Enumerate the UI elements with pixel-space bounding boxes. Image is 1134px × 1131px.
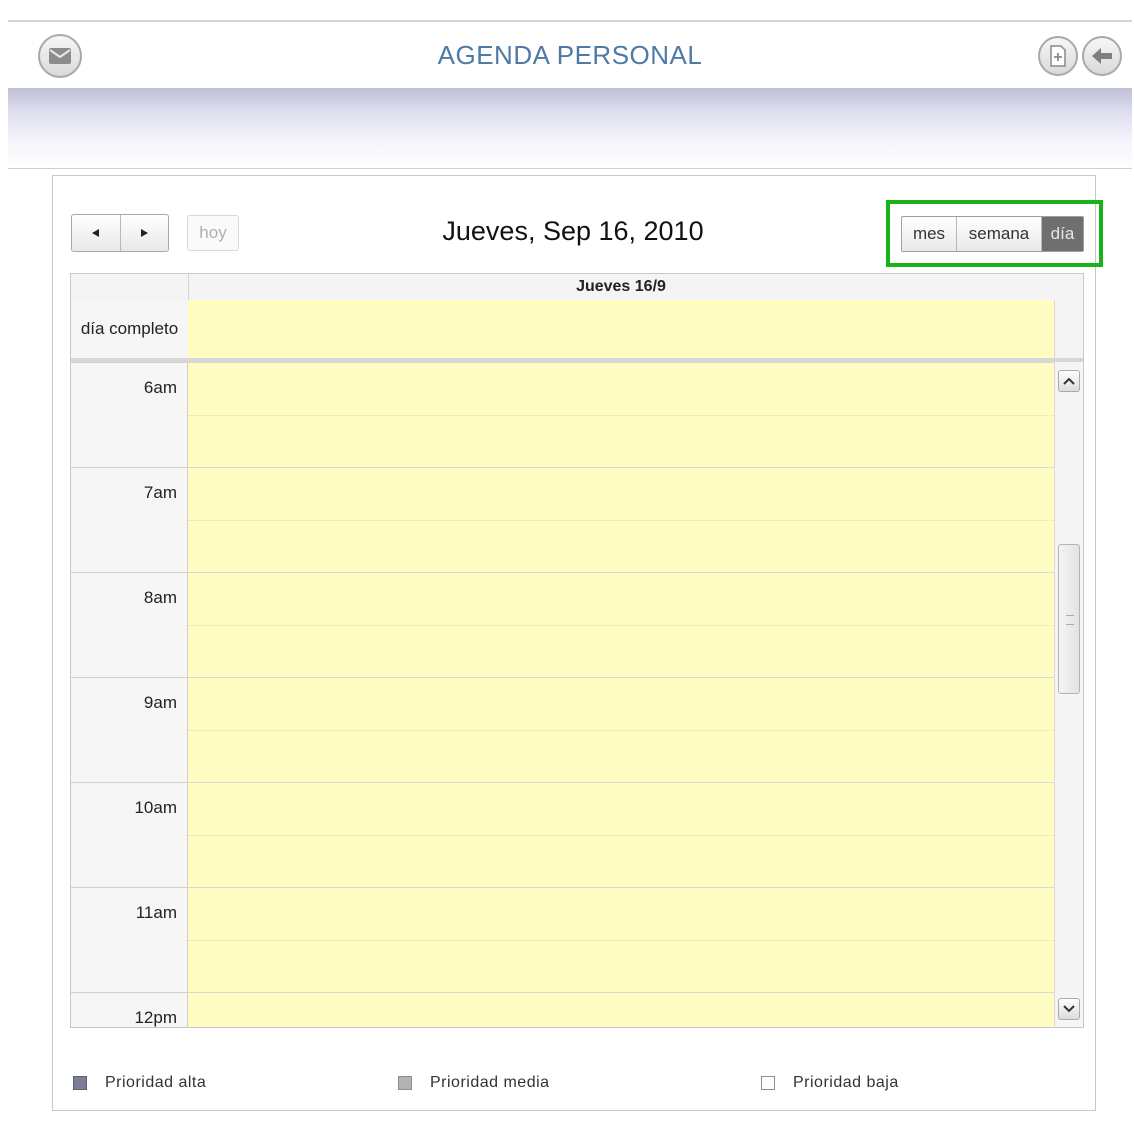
- legend-medium: Prioridad media: [398, 1074, 550, 1092]
- scrollbar-thumb[interactable]: [1058, 544, 1080, 694]
- high-priority-swatch: [73, 1076, 87, 1090]
- prev-button[interactable]: [72, 215, 121, 251]
- day-grid: Jueves 16/9 día completo 6am 7am 8am 9am: [70, 273, 1084, 1028]
- column-header: Jueves 16/9: [71, 274, 1083, 301]
- triangle-right-icon: [141, 229, 149, 237]
- legend-high: Prioridad alta: [73, 1074, 206, 1092]
- grip-icon: [1066, 615, 1074, 625]
- time-slot[interactable]: [188, 362, 1054, 467]
- time-slot[interactable]: [188, 572, 1054, 677]
- all-day-row: día completo: [71, 300, 1083, 362]
- week-view-button[interactable]: semana: [957, 217, 1042, 251]
- legend-medium-label: Prioridad media: [430, 1074, 550, 1091]
- app-header: AGENDA PERSONAL: [8, 20, 1132, 90]
- hour-label: 6am: [71, 362, 188, 467]
- legend-high-label: Prioridad alta: [105, 1074, 207, 1091]
- time-slot[interactable]: [188, 782, 1054, 887]
- scroll-down-button[interactable]: [1058, 998, 1080, 1020]
- day-column-label: Jueves 16/9: [576, 278, 666, 295]
- top-strip: [0, 0, 1134, 10]
- hour-row: 12pm: [71, 992, 1054, 1027]
- hour-row: 8am: [71, 572, 1054, 677]
- priority-legend: Prioridad alta Prioridad media Prioridad…: [53, 1074, 1097, 1098]
- hour-label: 11am: [71, 887, 188, 992]
- time-slot[interactable]: [188, 887, 1054, 992]
- page-title: AGENDA PERSONAL: [437, 40, 703, 70]
- hour-row: 6am: [71, 362, 1054, 467]
- all-day-slot[interactable]: [188, 300, 1054, 358]
- hour-row: 9am: [71, 677, 1054, 782]
- hour-label: 10am: [71, 782, 188, 887]
- hour-rows: 6am 7am 8am 9am 10am 11am 12pm: [71, 362, 1083, 1027]
- next-button[interactable]: [121, 215, 169, 251]
- triangle-left-icon: [91, 229, 99, 237]
- day-view-button[interactable]: día: [1042, 217, 1083, 251]
- hour-label: 7am: [71, 467, 188, 572]
- chevron-down-icon: [1063, 1005, 1075, 1013]
- back-arrow-icon: [1092, 48, 1112, 64]
- time-slot[interactable]: [188, 467, 1054, 572]
- column-header-corner: [71, 274, 189, 300]
- legend-low-label: Prioridad baja: [793, 1074, 899, 1091]
- hour-row: 10am: [71, 782, 1054, 887]
- time-slot[interactable]: [188, 677, 1054, 782]
- hour-label: 8am: [71, 572, 188, 677]
- month-view-button[interactable]: mes: [902, 217, 957, 251]
- time-slot[interactable]: [188, 992, 1054, 1027]
- all-day-gutter: [1054, 300, 1083, 358]
- back-button[interactable]: [1082, 36, 1122, 76]
- vertical-scrollbar[interactable]: [1054, 362, 1083, 1027]
- view-switcher: mes semana día: [901, 216, 1084, 252]
- chevron-up-icon: [1063, 377, 1075, 385]
- calendar-panel: hoy Jueves, Sep 16, 2010 mes semana día …: [52, 175, 1103, 1111]
- hour-row: 7am: [71, 467, 1054, 572]
- low-priority-swatch: [761, 1076, 775, 1090]
- legend-low: Prioridad baja: [761, 1074, 899, 1092]
- new-document-icon: [1050, 45, 1066, 67]
- hour-row: 11am: [71, 887, 1054, 992]
- calendar-title: Jueves, Sep 16, 2010: [442, 216, 704, 246]
- scroll-up-button[interactable]: [1058, 370, 1080, 392]
- medium-priority-swatch: [398, 1076, 412, 1090]
- all-day-label: día completo: [71, 300, 189, 358]
- hour-label: 12pm: [71, 992, 188, 1027]
- new-document-button[interactable]: [1038, 36, 1078, 76]
- header-banner: [8, 88, 1132, 169]
- hour-label: 9am: [71, 677, 188, 782]
- prev-next-group: [71, 214, 169, 252]
- today-button[interactable]: hoy: [187, 215, 239, 251]
